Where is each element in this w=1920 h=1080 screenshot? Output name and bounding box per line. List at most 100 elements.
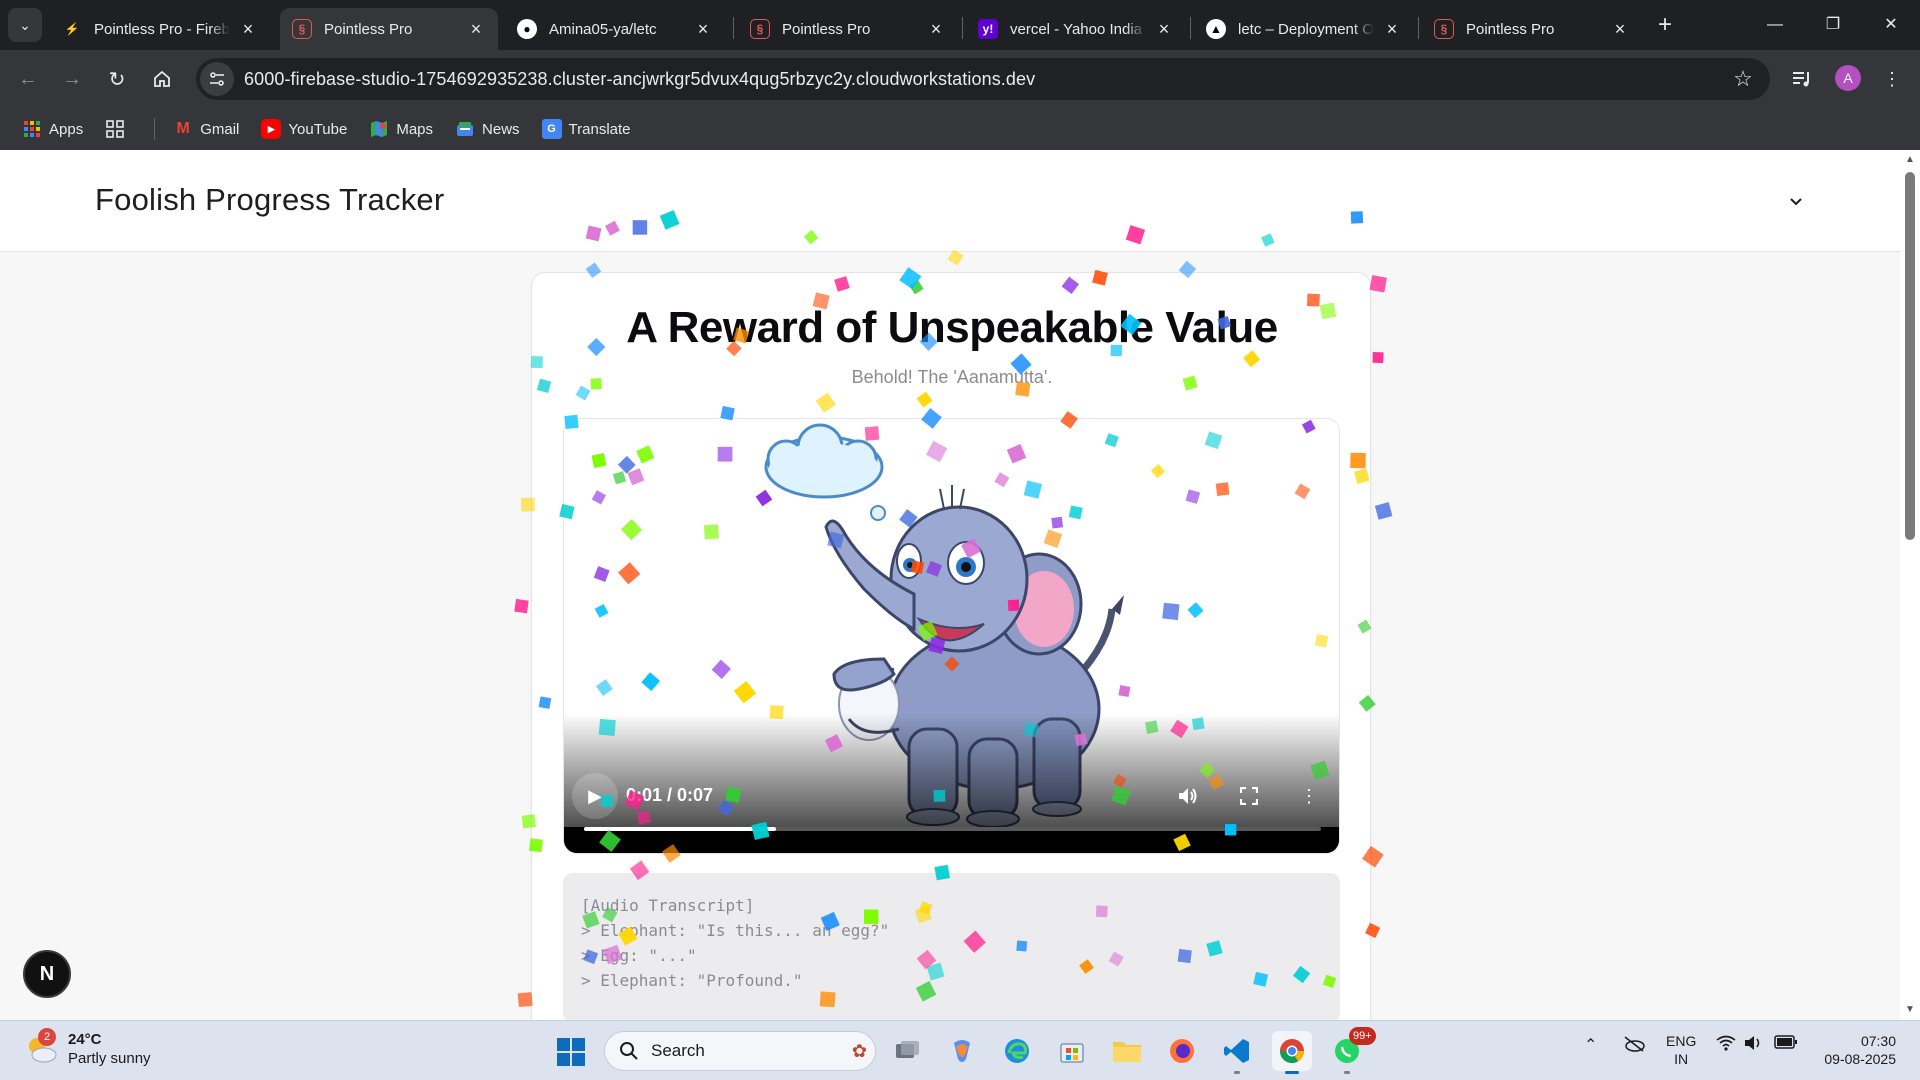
forward-arrow-icon[interactable]: → [54, 61, 90, 97]
system-clock[interactable]: 07:30 09-08-2025 [1818, 1032, 1896, 1068]
scroll-down-arrow-icon[interactable]: ▼ [1904, 1004, 1916, 1016]
translate-icon: G [541, 119, 562, 139]
minimize-icon[interactable]: — [1752, 8, 1798, 42]
tab-vercel[interactable]: ▲ letc – Deployment O × [1194, 8, 1414, 50]
tab-pointless-pro-2[interactable]: § Pointless Pro × [738, 8, 958, 50]
tray-chevron-up-icon[interactable]: ⌃ [1584, 1035, 1597, 1055]
reward-card: A Reward of Unspeakable Value Behold! Th… [531, 272, 1371, 1020]
scroll-up-arrow-icon[interactable]: ▲ [1904, 154, 1916, 166]
close-icon[interactable]: × [238, 19, 258, 39]
file-explorer-icon[interactable] [1107, 1031, 1147, 1071]
tab-github[interactable]: ● Amina05-ya/letc × [505, 8, 725, 50]
transcript-line: [Audio Transcript] [581, 896, 755, 915]
profile-avatar[interactable]: A [1835, 65, 1861, 91]
confetti-piece [1369, 275, 1387, 293]
gmail-icon: M [176, 120, 190, 137]
whatsapp-badge: 99+ [1349, 1027, 1376, 1045]
app-header: Foolish Progress Tracker [0, 150, 1900, 252]
battery-icon[interactable] [1774, 1035, 1798, 1054]
video-player[interactable]: ▶ 0:01 / 0:07 ⋮ [563, 418, 1340, 854]
whatsapp-icon[interactable]: 99+ [1327, 1027, 1376, 1074]
play-icon[interactable]: ▶ [572, 773, 618, 819]
task-view-icon[interactable] [888, 1031, 928, 1071]
bookmark-star-icon[interactable]: ☆ [1728, 64, 1758, 94]
home-icon[interactable] [144, 61, 180, 97]
tab-pointless-pro-active[interactable]: § Pointless Pro × [280, 8, 498, 50]
tab-title: Pointless Pro - Fireba [94, 20, 230, 38]
card-title: A Reward of Unspeakable Value [626, 303, 1278, 352]
new-tab-icon[interactable]: + [1650, 10, 1680, 40]
search-label: Search [651, 1041, 705, 1060]
bookmark-apps[interactable]: Apps [22, 119, 83, 139]
tab-search-chevron-icon[interactable]: ⌄ [8, 8, 42, 42]
microsoft-store-icon[interactable] [1052, 1031, 1092, 1071]
apps-grid-icon [22, 119, 42, 139]
thought-cloud-icon [764, 423, 886, 521]
close-icon[interactable]: × [1610, 19, 1630, 39]
bookmark-label: News [482, 120, 520, 138]
maps-icon [369, 119, 389, 139]
tab-pointless-firebase[interactable]: ⚡ Pointless Pro - Fireba × [50, 8, 270, 50]
bookmark-maps[interactable]: Maps [369, 119, 433, 139]
bookmark-label: Maps [396, 120, 434, 138]
address-bar[interactable]: 6000-firebase-studio-1754692935238.clust… [196, 58, 1770, 100]
bookmark-gmail[interactable]: M Gmail [173, 119, 240, 139]
weather-widget[interactable]: 2 24°C Partly sunny [24, 1028, 151, 1068]
onedrive-offline-icon[interactable] [1622, 1035, 1646, 1058]
media-controls-icon[interactable] [1786, 63, 1818, 95]
bookmark-label: Apps [49, 120, 84, 138]
vscode-icon[interactable] [1217, 1031, 1257, 1074]
taskbar-search[interactable]: Search ✿ [604, 1031, 876, 1071]
close-icon[interactable]: × [466, 19, 486, 39]
bookmark-tab-groups[interactable] [105, 119, 132, 139]
bookmark-youtube[interactable]: ▶ YouTube [261, 119, 347, 139]
url-text: 6000-firebase-studio-1754692935238.clust… [244, 68, 1036, 89]
transcript-line: > Elephant: "Is this... an egg?" [581, 921, 890, 940]
bookmark-label: Translate [568, 120, 631, 138]
fullscreen-icon[interactable] [1232, 779, 1266, 813]
volume-icon[interactable] [1744, 1035, 1764, 1056]
clock-date: 09-08-2025 [1824, 1051, 1896, 1067]
chevron-down-icon[interactable] [1782, 188, 1810, 216]
lang-line1: ENG [1666, 1033, 1697, 1049]
transcript-line: > Egg: "..." [581, 946, 697, 965]
restore-icon[interactable]: ❐ [1810, 8, 1856, 42]
tab-yahoo[interactable]: y! vercel - Yahoo India S × [966, 8, 1186, 50]
close-icon[interactable]: × [1154, 19, 1174, 39]
edge-icon[interactable] [997, 1031, 1037, 1071]
page-scrollbar[interactable]: ▲ ▼ [1900, 150, 1920, 1020]
bookmark-translate[interactable]: G Translate [541, 119, 631, 139]
site-info-icon[interactable] [200, 62, 234, 96]
close-icon[interactable]: × [693, 19, 713, 39]
pointless-pro-icon: § [750, 19, 770, 39]
windows-start-icon[interactable] [556, 1037, 586, 1067]
nextjs-dev-badge[interactable]: N [23, 950, 71, 998]
confetti-piece [1372, 351, 1384, 364]
pointless-pro-icon: § [1434, 19, 1454, 39]
confetti-piece [514, 598, 529, 614]
video-more-icon[interactable]: ⋮ [1292, 779, 1326, 813]
tab-pointless-pro-3[interactable]: § Pointless Pro × [1422, 8, 1642, 50]
volume-icon[interactable] [1171, 779, 1205, 813]
copilot-icon[interactable] [942, 1031, 982, 1071]
language-indicator[interactable]: ENG IN [1666, 1032, 1696, 1068]
tab-title: letc – Deployment O [1238, 20, 1374, 38]
video-progress-track[interactable] [584, 827, 1321, 831]
bookmark-label: YouTube [288, 120, 348, 138]
close-icon[interactable]: × [926, 19, 946, 39]
back-arrow-icon[interactable]: ← [10, 61, 46, 97]
more-vertical-icon[interactable]: ⋮ [1876, 63, 1908, 95]
bookmark-label: Gmail [200, 120, 240, 138]
chrome-icon[interactable] [1272, 1031, 1312, 1074]
firefox-icon[interactable] [1162, 1031, 1202, 1071]
bookmark-news[interactable]: News [455, 119, 520, 139]
scroll-thumb[interactable] [1905, 172, 1915, 540]
wifi-icon[interactable] [1716, 1035, 1736, 1056]
pointless-pro-icon: § [292, 19, 312, 39]
tab-title: Pointless Pro [324, 20, 413, 38]
window-close-icon[interactable]: ✕ [1868, 8, 1914, 42]
reload-icon[interactable]: ↻ [99, 61, 135, 97]
close-icon[interactable]: × [1382, 19, 1402, 39]
transcript-line: > Elephant: "Profound." [581, 971, 803, 990]
browser-toolbar: ← → ↻ 6000-firebase-studio-1754692935238… [0, 50, 1920, 108]
